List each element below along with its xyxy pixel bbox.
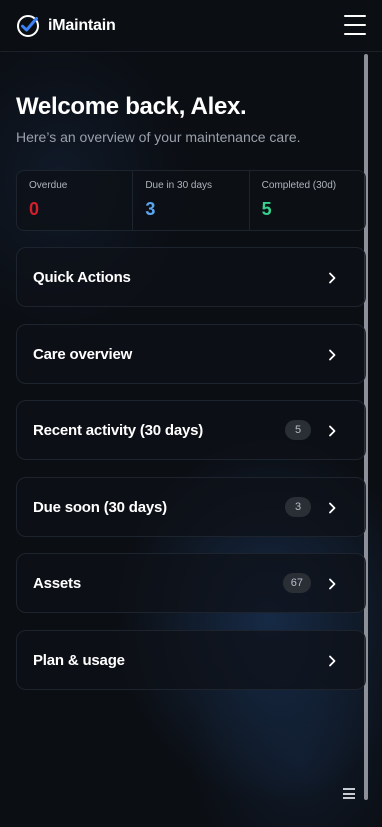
- stat-due-in-30-days: Due in 30 days 3: [133, 171, 250, 230]
- stat-label: Overdue: [29, 180, 68, 191]
- welcome-subtitle: Here’s an overview of your maintenance c…: [16, 129, 301, 145]
- card-title: Care overview: [33, 345, 133, 363]
- list-icon[interactable]: [343, 788, 355, 799]
- stat-label: Completed (30d): [261, 180, 337, 191]
- count-badge: 67: [282, 573, 311, 593]
- stat-value: 3: [145, 199, 156, 219]
- app-screen: iMaintain Welcome back, Alex. Here’s an …: [0, 0, 382, 827]
- card-title: Due soon (30 days): [33, 498, 167, 516]
- assets-card[interactable]: Assets 67: [16, 553, 366, 613]
- stats-summary: Overdue 0 Due in 30 days 3 Completed (30…: [16, 170, 366, 231]
- stat-value: 5: [261, 199, 272, 219]
- count-badge: 5: [285, 420, 311, 440]
- card-title: Plan & usage: [33, 651, 125, 669]
- welcome-section: Welcome back, Alex. Here’s an overview o…: [16, 92, 366, 146]
- top-bar: iMaintain: [0, 0, 382, 52]
- chevron-right-icon: [327, 501, 337, 514]
- chevron-right-icon: [327, 424, 337, 437]
- welcome-heading: Welcome back, Alex.: [16, 93, 247, 120]
- due-soon-card[interactable]: Due soon (30 days) 3: [16, 477, 366, 537]
- stat-value: 0: [29, 199, 40, 219]
- chevron-right-icon: [327, 577, 337, 590]
- quick-actions-card[interactable]: Quick Actions: [16, 247, 366, 307]
- hamburger-menu-icon[interactable]: [344, 15, 366, 35]
- chevron-right-icon: [327, 348, 337, 361]
- chevron-right-icon: [327, 654, 337, 667]
- card-title: Quick Actions: [33, 268, 131, 286]
- card-title: Recent activity (30 days): [33, 421, 204, 439]
- count-badge: 3: [285, 497, 311, 517]
- check-circle-icon: [16, 14, 40, 38]
- stat-overdue: Overdue 0: [17, 171, 134, 230]
- stat-completed-30d: Completed (30d) 5: [250, 171, 365, 230]
- stat-label: Due in 30 days: [145, 180, 213, 191]
- recent-activity-card[interactable]: Recent activity (30 days) 5: [16, 400, 366, 460]
- chevron-right-icon: [327, 271, 337, 284]
- care-overview-card[interactable]: Care overview: [16, 324, 366, 384]
- app-title[interactable]: iMaintain: [48, 17, 116, 35]
- plan-usage-card[interactable]: Plan & usage: [16, 630, 366, 690]
- card-title: Assets: [33, 574, 81, 592]
